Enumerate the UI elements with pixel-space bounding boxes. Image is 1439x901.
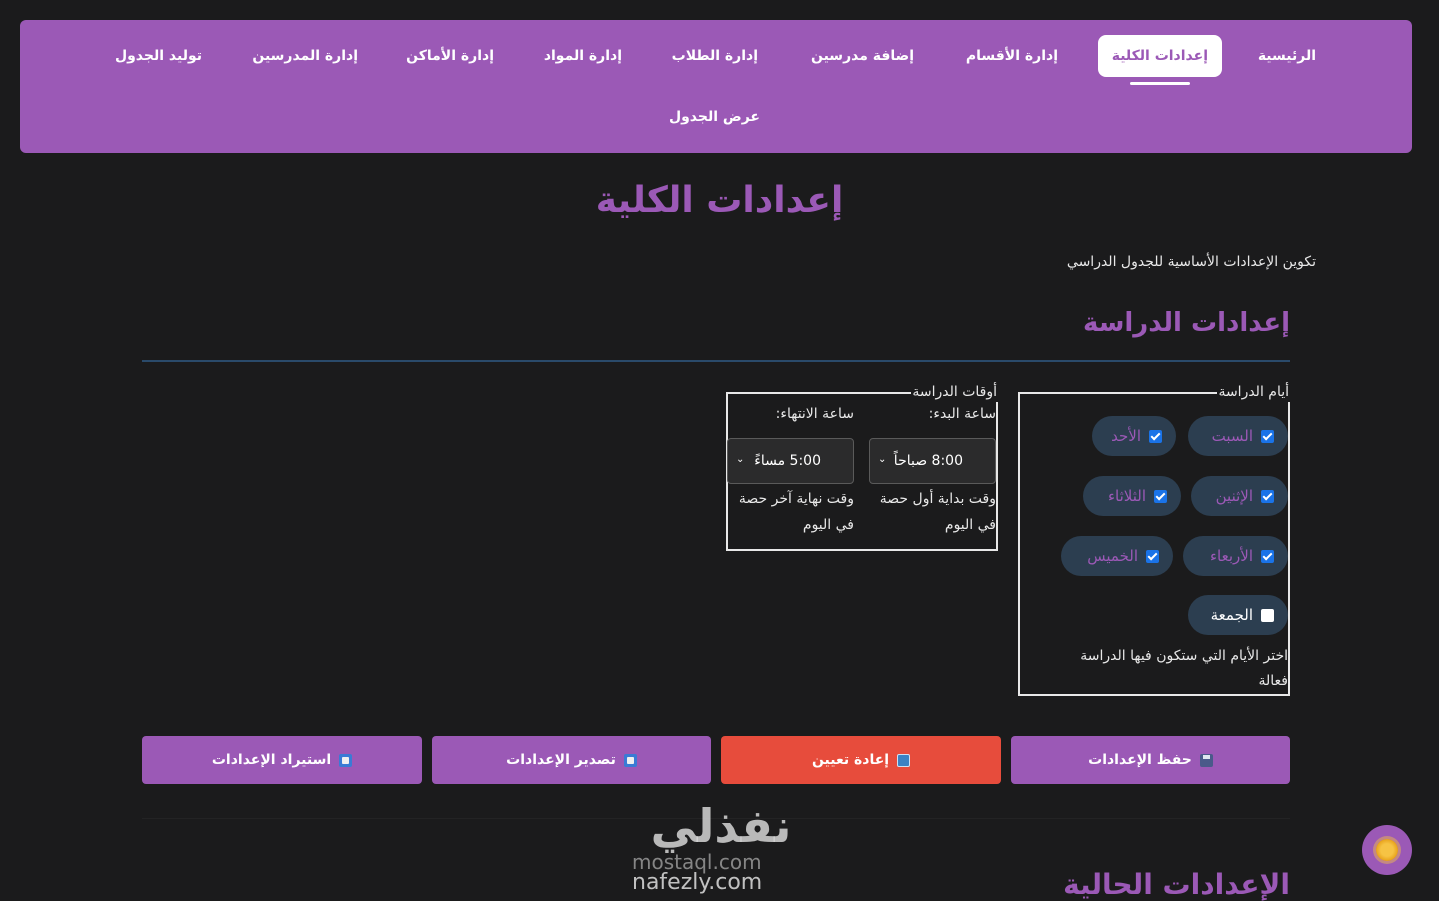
watermark-url-nafezly: nafezly.com [632,870,763,895]
chevron-down-icon: ⌄ [878,454,887,465]
start-time-label: ساعة البدء: [928,406,996,422]
study-days-legend: أيام الدراسة [1217,382,1290,402]
checkbox-icon[interactable] [1261,549,1274,563]
page-title: إعدادات الكلية [595,180,844,221]
day-checkbox-friday[interactable]: الجمعة [1188,595,1288,635]
study-days-help: اختر الأيام التي ستكون فيها الدراسة فعال… [1080,648,1288,689]
start-time-help: وقت بداية أول حصة في اليوم [879,491,996,533]
outbox-icon [623,753,637,767]
day-label: الأحد [1111,427,1141,445]
sun-icon [1376,839,1398,861]
chevron-down-icon: ⌄ [736,454,745,465]
current-settings-title: الإعدادات الحالية [1063,868,1290,901]
import-settings-button[interactable]: استيراد الإعدادات [142,736,422,784]
day-label: الإثنين [1215,487,1253,505]
watermark-logo: نفذلي mostaql.com nafezly.com [628,796,814,898]
day-label: الخميس [1087,547,1138,565]
nav-college-settings[interactable]: إعدادات الكلية [1097,35,1222,85]
nav-home[interactable]: الرئيسية [1258,35,1316,77]
export-settings-button[interactable]: تصدير الإعدادات [432,736,711,784]
day-checkbox-tuesday[interactable]: الثلاثاء [1083,476,1181,516]
day-label: الجمعة [1210,606,1253,624]
floppy-disk-icon [1199,753,1213,767]
nav-teachers[interactable]: إدارة المدرسين [252,35,358,77]
nav-subjects[interactable]: إدارة المواد [544,35,622,77]
checkbox-icon[interactable] [1146,549,1159,563]
day-checkbox-wednesday[interactable]: الأربعاء [1183,536,1288,576]
reset-settings-button[interactable]: إعادة تعيين [721,736,1001,784]
scrollbar[interactable] [1431,0,1439,899]
nav-departments[interactable]: إدارة الأقسام [966,35,1058,77]
start-time-select[interactable]: 8:00 صباحاً ⌄ [869,438,996,484]
day-checkbox-sunday[interactable]: الأحد [1092,416,1176,456]
day-checkbox-thursday[interactable]: الخميس [1061,536,1173,576]
study-days-fieldset: أيام الدراسة السبت الأحد الإثنين الثلاثا… [1018,382,1290,696]
save-settings-label: حفظ الإعدادات [1088,752,1192,768]
start-time-value: 8:00 صباحاً [893,453,963,469]
day-checkbox-saturday[interactable]: السبت [1188,416,1288,456]
study-times-legend: أوقات الدراسة [911,382,998,402]
refresh-icon [897,753,911,767]
watermark-script: نفذلي [650,799,792,853]
section-divider [142,360,1290,362]
page-subtitle: تكوين الإعدادات الأساسية للجدول الدراسي [1066,254,1316,270]
floating-action-button[interactable] [1362,825,1412,875]
end-time-select[interactable]: 5:00 مساءً ⌄ [727,438,854,484]
export-settings-label: تصدير الإعدادات [506,752,616,768]
end-time-label: ساعة الانتهاء: [775,406,854,422]
day-label: الأربعاء [1209,547,1253,565]
end-time-value: 5:00 مساءً [754,453,821,469]
checkbox-icon[interactable] [1154,489,1167,503]
day-checkbox-monday[interactable]: الإثنين [1191,476,1288,516]
checkbox-icon[interactable] [1261,608,1274,622]
save-settings-button[interactable]: حفظ الإعدادات [1011,736,1290,784]
nav-students[interactable]: إدارة الطلاب [672,35,758,77]
inbox-icon [339,753,353,767]
main-navbar: الرئيسية إعدادات الكلية إدارة الأقسام إض… [20,20,1412,153]
nav-places[interactable]: إدارة الأماكن [406,35,494,77]
import-settings-label: استيراد الإعدادات [211,752,332,768]
nav-generate-schedule[interactable]: توليد الجدول [115,35,202,77]
nav-view-schedule[interactable]: عرض الجدول [669,96,760,138]
study-settings-title: إعدادات الدراسة [1083,308,1290,338]
nav-add-teachers[interactable]: إضافة مدرسين [811,35,914,77]
study-times-fieldset: أوقات الدراسة ساعة البدء: 8:00 صباحاً ⌄ … [726,382,998,551]
checkbox-icon[interactable] [1149,429,1162,443]
checkbox-icon[interactable] [1261,429,1274,443]
checkbox-icon[interactable] [1261,489,1274,503]
day-label: الثلاثاء [1107,487,1146,505]
day-label: السبت [1211,427,1253,445]
end-time-help: وقت نهاية آخر حصة في اليوم [738,491,854,533]
reset-settings-label: إعادة تعيين [811,752,890,768]
